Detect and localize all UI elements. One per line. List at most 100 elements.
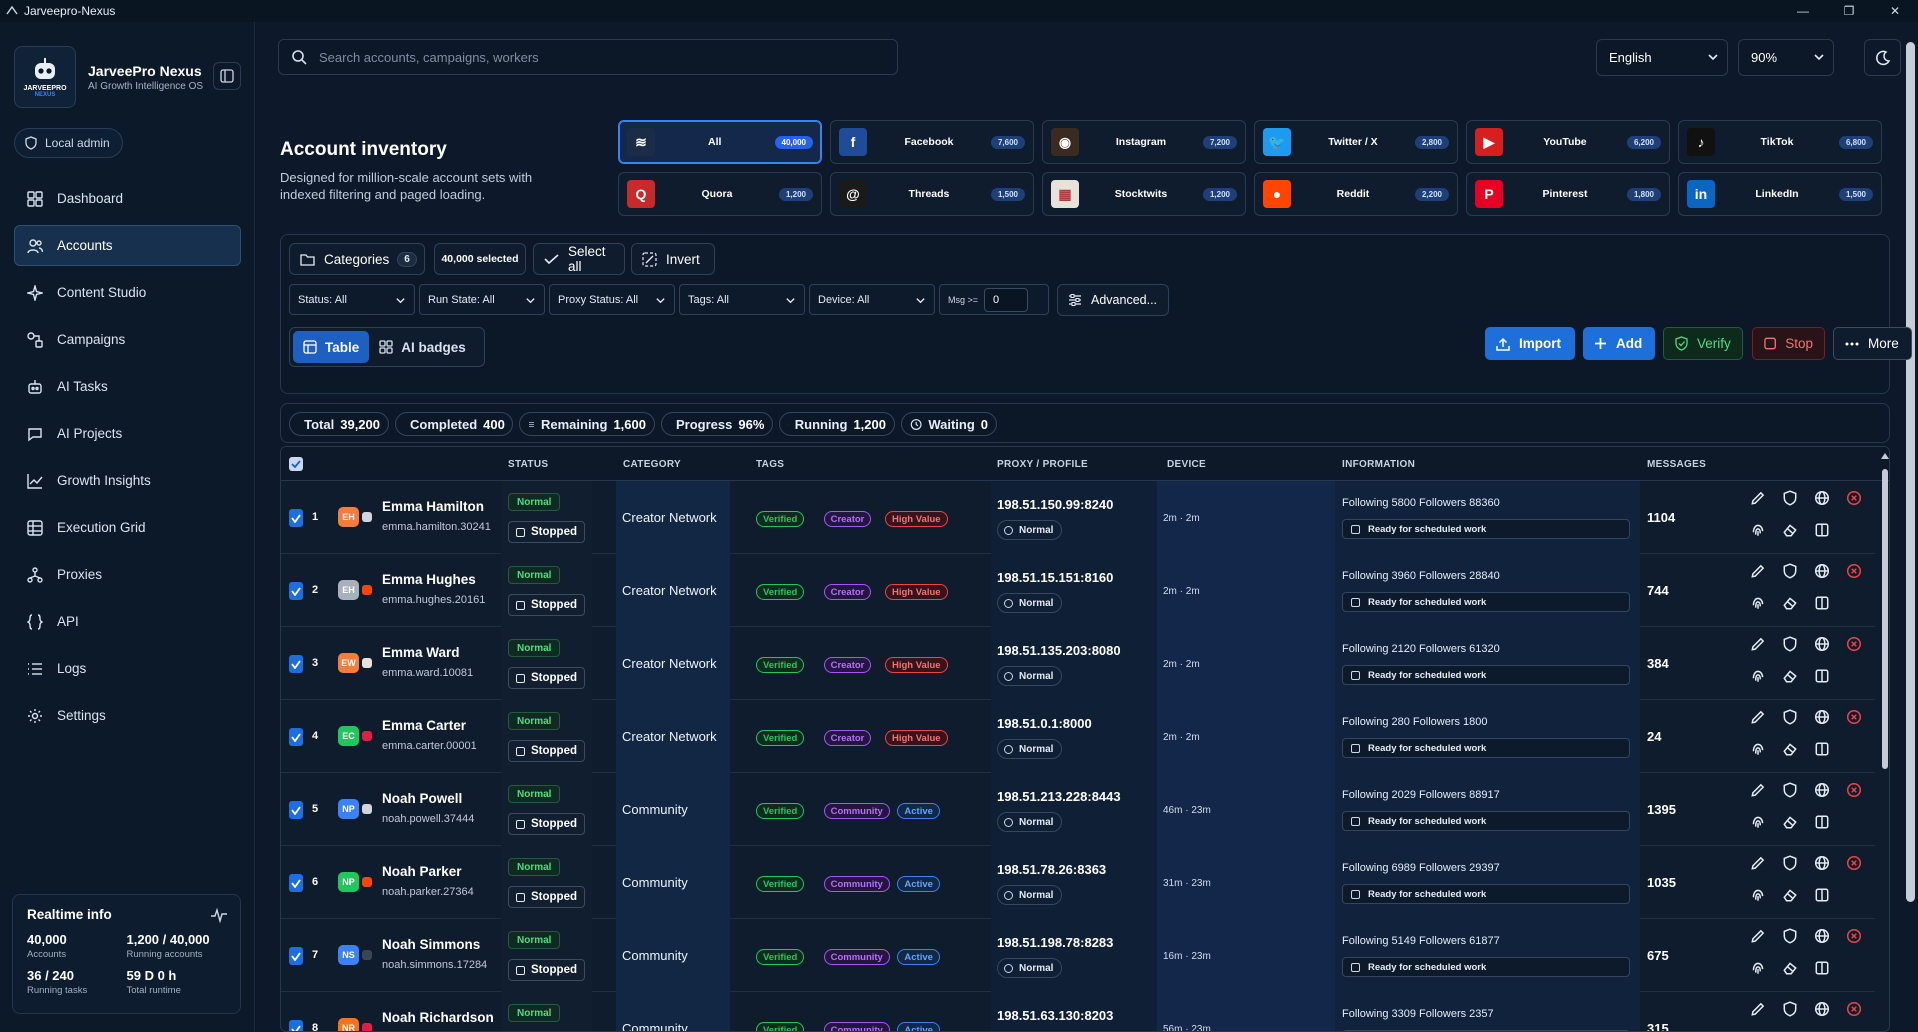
- search-box[interactable]: Search accounts, campaigns, workers: [278, 39, 898, 75]
- row-fingerprint-button[interactable]: [1745, 882, 1771, 908]
- row-edit-button[interactable]: [1745, 485, 1771, 511]
- row-panel-button[interactable]: [1809, 809, 1835, 835]
- local-admin-badge[interactable]: Local admin: [14, 128, 123, 158]
- proxy-address[interactable]: 198.51.135.203:8080: [997, 643, 1121, 658]
- nav-item-campaigns[interactable]: Campaigns: [14, 319, 241, 360]
- account-name[interactable]: Emma Carter: [382, 718, 466, 733]
- row-edit-button[interactable]: [1745, 923, 1771, 949]
- nav-item-proxies[interactable]: Proxies: [14, 554, 241, 595]
- table-row[interactable]: 3 EW Emma Ward emma.ward.10081 Normal Stopped…: [281, 627, 1875, 700]
- header-proxy[interactable]: PROXY / PROFILE: [997, 459, 1088, 470]
- run-state-badge[interactable]: Stopped: [508, 521, 585, 543]
- row-globe-button[interactable]: [1809, 996, 1835, 1022]
- select-all-checkbox[interactable]: [289, 457, 303, 471]
- row-panel-button[interactable]: [1809, 955, 1835, 981]
- row-panel-button[interactable]: [1809, 663, 1835, 689]
- row-fingerprint-button[interactable]: [1745, 1028, 1771, 1031]
- row-edit-button[interactable]: [1745, 777, 1771, 803]
- row-eraser-button[interactable]: [1777, 809, 1803, 835]
- platform-filter-youtube[interactable]: ▶ YouTube 6,200: [1466, 120, 1670, 164]
- row-globe-button[interactable]: [1809, 485, 1835, 511]
- proxy-address[interactable]: 198.51.150.99:8240: [997, 497, 1113, 512]
- row-globe-button[interactable]: [1809, 704, 1835, 730]
- row-eraser-button[interactable]: [1777, 882, 1803, 908]
- categories-button[interactable]: Categories 6: [289, 243, 425, 275]
- row-fingerprint-button[interactable]: [1745, 663, 1771, 689]
- platform-filter-twitter-x[interactable]: 🐦 Twitter / X 2,800: [1254, 120, 1458, 164]
- proxy-address[interactable]: 198.51.63.130:8203: [997, 1008, 1113, 1023]
- platform-filter-pinterest[interactable]: P Pinterest 1,800: [1466, 172, 1670, 216]
- row-panel-button[interactable]: [1809, 882, 1835, 908]
- row-edit-button[interactable]: [1745, 558, 1771, 584]
- row-delete-button[interactable]: [1841, 777, 1867, 803]
- row-eraser-button[interactable]: [1777, 1028, 1803, 1031]
- msg-min-input[interactable]: 0: [984, 288, 1028, 312]
- run-state-badge[interactable]: Stopped: [508, 813, 585, 835]
- table-row[interactable]: 8NRNoah Richardsonnoah.richardson.07204N…: [281, 992, 1875, 1031]
- row-delete-button[interactable]: [1841, 850, 1867, 876]
- header-tags[interactable]: TAGS: [756, 459, 784, 470]
- nav-item-api[interactable]: API: [14, 601, 241, 642]
- table-scrollbar[interactable]: [1880, 447, 1890, 1031]
- row-panel-button[interactable]: [1809, 1028, 1835, 1031]
- row-edit-button[interactable]: [1745, 631, 1771, 657]
- nav-item-ai-projects[interactable]: AI Projects: [14, 413, 241, 454]
- zoom-select[interactable]: 90%: [1738, 39, 1834, 76]
- stop-button[interactable]: Stop: [1752, 327, 1825, 360]
- filter-dropdown-proxy-status[interactable]: Proxy Status: All: [549, 284, 675, 315]
- account-name[interactable]: Noah Powell: [382, 791, 462, 806]
- table-row[interactable]: 6 NP Noah Parker noah.parker.27364 Normal Sto…: [281, 846, 1875, 919]
- row-delete-button[interactable]: [1841, 631, 1867, 657]
- ready-status[interactable]: Ready for scheduled work: [1342, 665, 1630, 685]
- row-shield-button[interactable]: [1777, 923, 1803, 949]
- table-row[interactable]: 2 EH Emma Hughes emma.hughes.20161 Normal Sto…: [281, 554, 1875, 627]
- row-globe-button[interactable]: [1809, 558, 1835, 584]
- run-state-badge[interactable]: Stopped: [508, 886, 585, 908]
- row-checkbox[interactable]: [289, 947, 303, 965]
- account-name[interactable]: Noah Parker: [382, 864, 462, 879]
- table-row[interactable]: 5 NP Noah Powell noah.powell.37444 Normal Sto…: [281, 773, 1875, 846]
- account-name[interactable]: Emma Ward: [382, 645, 460, 660]
- header-status[interactable]: STATUS: [508, 459, 548, 470]
- row-shield-button[interactable]: [1777, 558, 1803, 584]
- ready-status[interactable]: Ready for scheduled work: [1342, 592, 1630, 612]
- collapse-sidebar-button[interactable]: [213, 62, 241, 90]
- row-panel-button[interactable]: [1809, 590, 1835, 616]
- table-row[interactable]: 4 EC Emma Carter emma.carter.00001 Normal Sto…: [281, 700, 1875, 773]
- account-name[interactable]: Emma Hughes: [382, 572, 476, 587]
- row-checkbox[interactable]: [289, 874, 303, 892]
- nav-item-ai-tasks[interactable]: AI Tasks: [14, 366, 241, 407]
- run-state-badge[interactable]: Stopped: [508, 740, 585, 762]
- platform-filter-quora[interactable]: Q Quora 1,200: [618, 172, 822, 216]
- ready-status[interactable]: Ready for scheduled work: [1342, 519, 1630, 539]
- close-window-button[interactable]: ✕: [1872, 0, 1918, 22]
- row-eraser-button[interactable]: [1777, 955, 1803, 981]
- row-shield-button[interactable]: [1777, 850, 1803, 876]
- platform-filter-threads[interactable]: @ Threads 1,500: [830, 172, 1034, 216]
- row-checkbox[interactable]: [289, 655, 303, 673]
- ai-badges-view-tab[interactable]: AI badges: [369, 331, 476, 363]
- row-checkbox[interactable]: [289, 509, 303, 527]
- row-fingerprint-button[interactable]: [1745, 517, 1771, 543]
- row-eraser-button[interactable]: [1777, 663, 1803, 689]
- nav-item-execution-grid[interactable]: Execution Grid: [14, 507, 241, 548]
- row-checkbox[interactable]: [289, 1020, 303, 1031]
- ready-status[interactable]: Ready for scheduled work: [1342, 738, 1630, 758]
- filter-dropdown-device[interactable]: Device: All: [809, 284, 935, 315]
- header-information[interactable]: INFORMATION: [1342, 459, 1415, 470]
- row-edit-button[interactable]: [1745, 704, 1771, 730]
- scroll-up-icon[interactable]: [1880, 451, 1890, 461]
- header-messages[interactable]: MESSAGES: [1647, 459, 1706, 470]
- row-delete-button[interactable]: [1841, 923, 1867, 949]
- row-delete-button[interactable]: [1841, 558, 1867, 584]
- row-fingerprint-button[interactable]: [1745, 590, 1771, 616]
- select-all-button[interactable]: Select all: [533, 243, 625, 275]
- run-state-badge[interactable]: Stopped: [508, 594, 585, 616]
- row-shield-button[interactable]: [1777, 996, 1803, 1022]
- platform-filter-reddit[interactable]: ● Reddit 2,200: [1254, 172, 1458, 216]
- row-eraser-button[interactable]: [1777, 736, 1803, 762]
- row-fingerprint-button[interactable]: [1745, 736, 1771, 762]
- row-delete-button[interactable]: [1841, 485, 1867, 511]
- nav-item-growth-insights[interactable]: Growth Insights: [14, 460, 241, 501]
- row-shield-button[interactable]: [1777, 704, 1803, 730]
